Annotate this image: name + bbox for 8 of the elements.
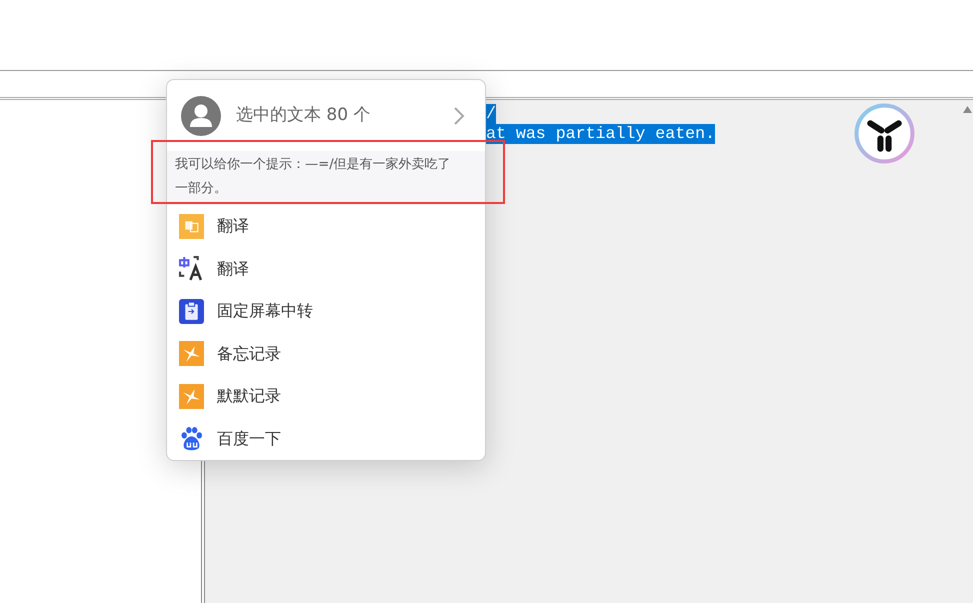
- menu-item[interactable]: 百度一下: [167, 418, 485, 460]
- menu-item[interactable]: 固定屏幕中转: [167, 290, 485, 332]
- menu-item[interactable]: 翻译: [167, 248, 485, 290]
- menu-item[interactable]: 备忘记录: [167, 332, 485, 375]
- hint-text: 我可以给你一个提示：—=/但是有一家外卖吃了一部分。: [167, 151, 485, 205]
- menu-item[interactable]: 默默记录: [167, 375, 485, 418]
- selection-count-label: 选中的文本 80 个: [236, 104, 372, 127]
- menu-item[interactable]: 翻译: [167, 205, 485, 248]
